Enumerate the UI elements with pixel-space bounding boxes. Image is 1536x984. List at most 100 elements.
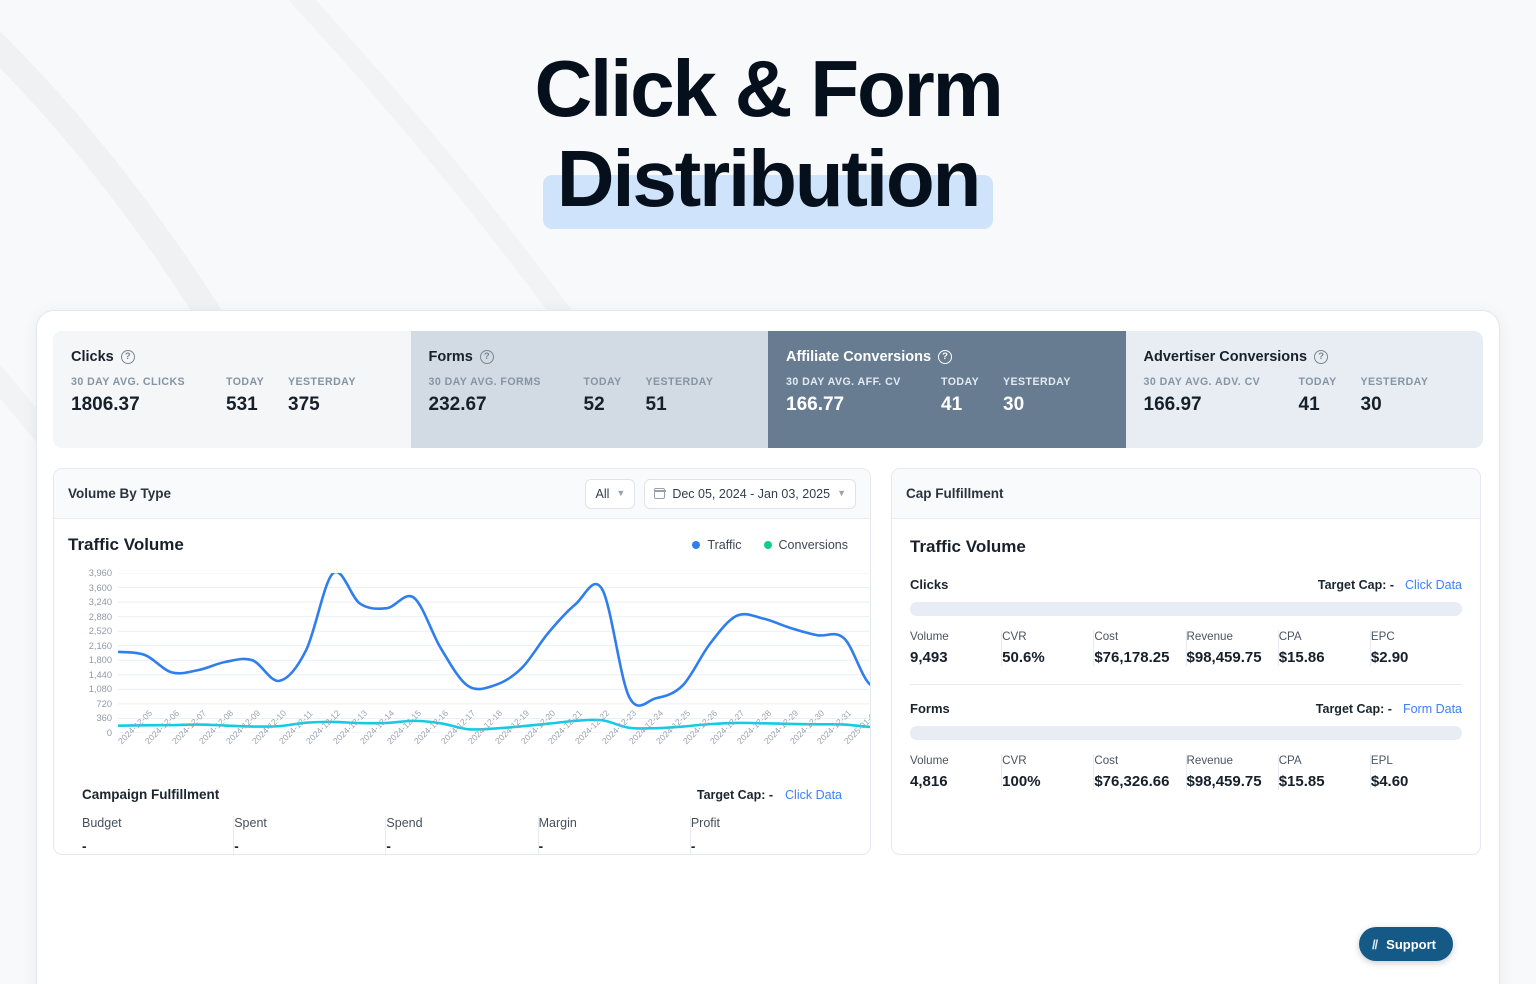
panel-header-controls: All ▼ Dec 05, 2024 - Jan 03, 2025 ▼ bbox=[585, 478, 856, 509]
kpi-metric-label: 30 DAY AVG. CLICKS bbox=[71, 376, 186, 388]
metric-label: Revenue bbox=[1186, 754, 1233, 767]
kpi-metric-value: 166.97 bbox=[1143, 394, 1202, 415]
cap-section-header: Clicks Target Cap: - Click Data bbox=[910, 577, 1462, 592]
kpi-metrics: 30 DAY AVG. ADV. CV 166.97 TODAY 41 YEST… bbox=[1144, 376, 1484, 416]
y-axis-tick-label: 360 bbox=[96, 713, 112, 724]
kpi-metrics: 30 DAY AVG. CLICKS 1806.37 TODAY 531 YES… bbox=[71, 376, 411, 416]
metric-revenue: Revenue $98,459.75 bbox=[1187, 754, 1279, 790]
dashboard-window: Clicks ? 30 DAY AVG. CLICKS 1806.37 TODA… bbox=[36, 310, 1500, 984]
chevron-down-icon: ▼ bbox=[837, 488, 846, 498]
y-axis-tick-label: 2,880 bbox=[88, 611, 112, 622]
metric-value: $76,326.66 bbox=[1094, 773, 1170, 790]
panel-header: Volume By Type All ▼ Dec 05, 2024 - Jan … bbox=[54, 469, 870, 519]
kpi-card-forms[interactable]: Forms ? 30 DAY AVG. FORMS 232.67 TODAY 5… bbox=[410, 331, 769, 448]
kpi-metric-value: 41 bbox=[941, 394, 963, 415]
y-axis-labels: 0 360 720 1,080 1,440 1,800 2,160 2,520 2,880 3,2… bbox=[68, 568, 112, 738]
kpi-metric-average: 30 DAY AVG. CLICKS 1806.37 bbox=[71, 376, 226, 416]
campaign-column-spend: Spend - bbox=[386, 816, 539, 854]
section-divider bbox=[910, 684, 1462, 685]
cap-metrics-row: Volume 9,493 CVR 50.6% Cost $76,178.25 R… bbox=[910, 630, 1462, 670]
y-axis-tick-label: 1,080 bbox=[88, 684, 112, 695]
kpi-metric-value: 51 bbox=[645, 394, 667, 415]
metric-label: EPL bbox=[1370, 754, 1393, 767]
cap-fulfillment-panel: Cap Fulfillment Traffic Volume Clicks Ta… bbox=[891, 468, 1481, 961]
date-range-picker[interactable]: Dec 05, 2024 - Jan 03, 2025 ▼ bbox=[644, 478, 856, 509]
column-label: Margin bbox=[538, 816, 577, 830]
metric-volume: Volume 4,816 bbox=[910, 754, 1003, 790]
metric-value: $98,459.75 bbox=[1186, 773, 1262, 790]
cap-section-clicks: Clicks Target Cap: - Click Data Volume 9… bbox=[910, 577, 1462, 670]
column-label: Spent bbox=[234, 816, 267, 830]
campaign-column-spent: Spent - bbox=[234, 816, 387, 854]
kpi-metric-label: YESTERDAY bbox=[1360, 376, 1429, 388]
question-circle-icon[interactable]: ? bbox=[120, 350, 135, 364]
y-axis-tick-label: 1,440 bbox=[88, 669, 112, 680]
volume-by-type-panel: Volume By Type All ▼ Dec 05, 2024 - Jan … bbox=[53, 468, 871, 855]
cap-section-header-right: Target Cap: - Click Data bbox=[1318, 578, 1462, 592]
kpi-card-clicks[interactable]: Clicks ? 30 DAY AVG. CLICKS 1806.37 TODA… bbox=[53, 331, 411, 448]
kpi-metric-yesterday: YESTERDAY 30 bbox=[1003, 376, 1071, 416]
metric-label: Volume bbox=[910, 630, 949, 643]
kpi-header: Forms ? bbox=[429, 349, 769, 365]
legend-item-traffic[interactable]: Traffic bbox=[692, 538, 742, 552]
panel-header: Cap Fulfillment bbox=[892, 469, 1480, 519]
click-data-link[interactable]: Click Data bbox=[1405, 578, 1462, 592]
question-circle-icon[interactable]: ? bbox=[1314, 350, 1329, 364]
metric-value: 4,816 bbox=[910, 773, 948, 790]
cap-section-header-right: Target Cap: - Form Data bbox=[1316, 702, 1462, 716]
panels-row: Volume By Type All ▼ Dec 05, 2024 - Jan … bbox=[37, 448, 1499, 961]
metric-label: EPC bbox=[1370, 630, 1395, 643]
legend-label: Traffic bbox=[707, 538, 742, 552]
metric-revenue: Revenue $98,459.75 bbox=[1187, 630, 1279, 666]
kpi-header: Clicks ? bbox=[71, 349, 411, 365]
metric-label: CVR bbox=[1002, 754, 1027, 767]
kpi-metric-label: YESTERDAY bbox=[1003, 376, 1071, 388]
campaign-column-profit: Profit - bbox=[691, 816, 842, 854]
metric-cost: Cost $76,326.66 bbox=[1094, 754, 1187, 790]
kpi-metric-value: 52 bbox=[583, 394, 605, 415]
hero-section: Click & Form Distribution bbox=[0, 0, 1536, 230]
metric-label: CPA bbox=[1278, 754, 1302, 767]
y-axis-tick-label: 3,240 bbox=[88, 597, 112, 608]
type-filter-value: All bbox=[595, 486, 610, 501]
cap-fulfillment-title: Traffic Volume bbox=[910, 537, 1026, 556]
column-label: Budget bbox=[82, 816, 122, 830]
chevron-down-icon: ▼ bbox=[616, 488, 626, 498]
kpi-metric-label: 30 DAY AVG. AFF. CV bbox=[786, 376, 901, 388]
question-circle-icon[interactable]: ? bbox=[938, 350, 953, 364]
metric-value: $15.85 bbox=[1278, 773, 1325, 790]
cap-progress-bar bbox=[910, 602, 1462, 616]
y-axis-tick-label: 3,960 bbox=[88, 568, 112, 578]
chart-legend: Traffic Conversions bbox=[692, 538, 856, 552]
form-data-link[interactable]: Form Data bbox=[1403, 702, 1462, 716]
legend-color-dot bbox=[763, 541, 772, 549]
kpi-metric-label: TODAY bbox=[1298, 376, 1337, 388]
metric-cvr: CVR 50.6% bbox=[1002, 630, 1095, 666]
metric-label: CPA bbox=[1278, 630, 1302, 643]
kpi-metric-label: YESTERDAY bbox=[645, 376, 714, 388]
metric-cpa: CPA $15.86 bbox=[1279, 630, 1371, 666]
campaign-column-margin: Margin - bbox=[539, 816, 691, 854]
metric-epl: EPL $4.60 bbox=[1371, 754, 1462, 790]
column-value: - bbox=[234, 839, 239, 854]
y-axis-tick-label: 3,600 bbox=[88, 582, 112, 593]
metric-value: 9,493 bbox=[910, 649, 948, 666]
type-filter-select[interactable]: All ▼ bbox=[585, 478, 636, 509]
metric-value: $15.86 bbox=[1278, 649, 1325, 666]
cap-section-name: Forms bbox=[910, 701, 950, 716]
metric-volume: Volume 9,493 bbox=[910, 630, 1003, 666]
kpi-card-affiliate-conversions[interactable]: Affiliate Conversions ? 30 DAY AVG. AFF.… bbox=[768, 331, 1126, 448]
legend-item-conversions[interactable]: Conversions bbox=[763, 538, 848, 552]
page-title-line-1: Click & Form bbox=[534, 44, 1003, 133]
question-circle-icon[interactable]: ? bbox=[479, 350, 494, 364]
kpi-metric-label: YESTERDAY bbox=[288, 376, 356, 388]
column-value: - bbox=[538, 839, 544, 854]
target-cap-label: Target Cap: - bbox=[1315, 702, 1392, 716]
metric-cpa: CPA $15.85 bbox=[1279, 754, 1371, 790]
y-axis-tick-label: 2,520 bbox=[88, 626, 112, 637]
metric-label: Revenue bbox=[1186, 630, 1233, 643]
metric-value: $98,459.75 bbox=[1186, 649, 1262, 666]
page-title: Click & Form Distribution bbox=[0, 44, 1536, 230]
metric-value: $76,178.25 bbox=[1094, 649, 1170, 666]
kpi-card-advertiser-conversions[interactable]: Advertiser Conversions ? 30 DAY AVG. ADV… bbox=[1125, 331, 1484, 448]
